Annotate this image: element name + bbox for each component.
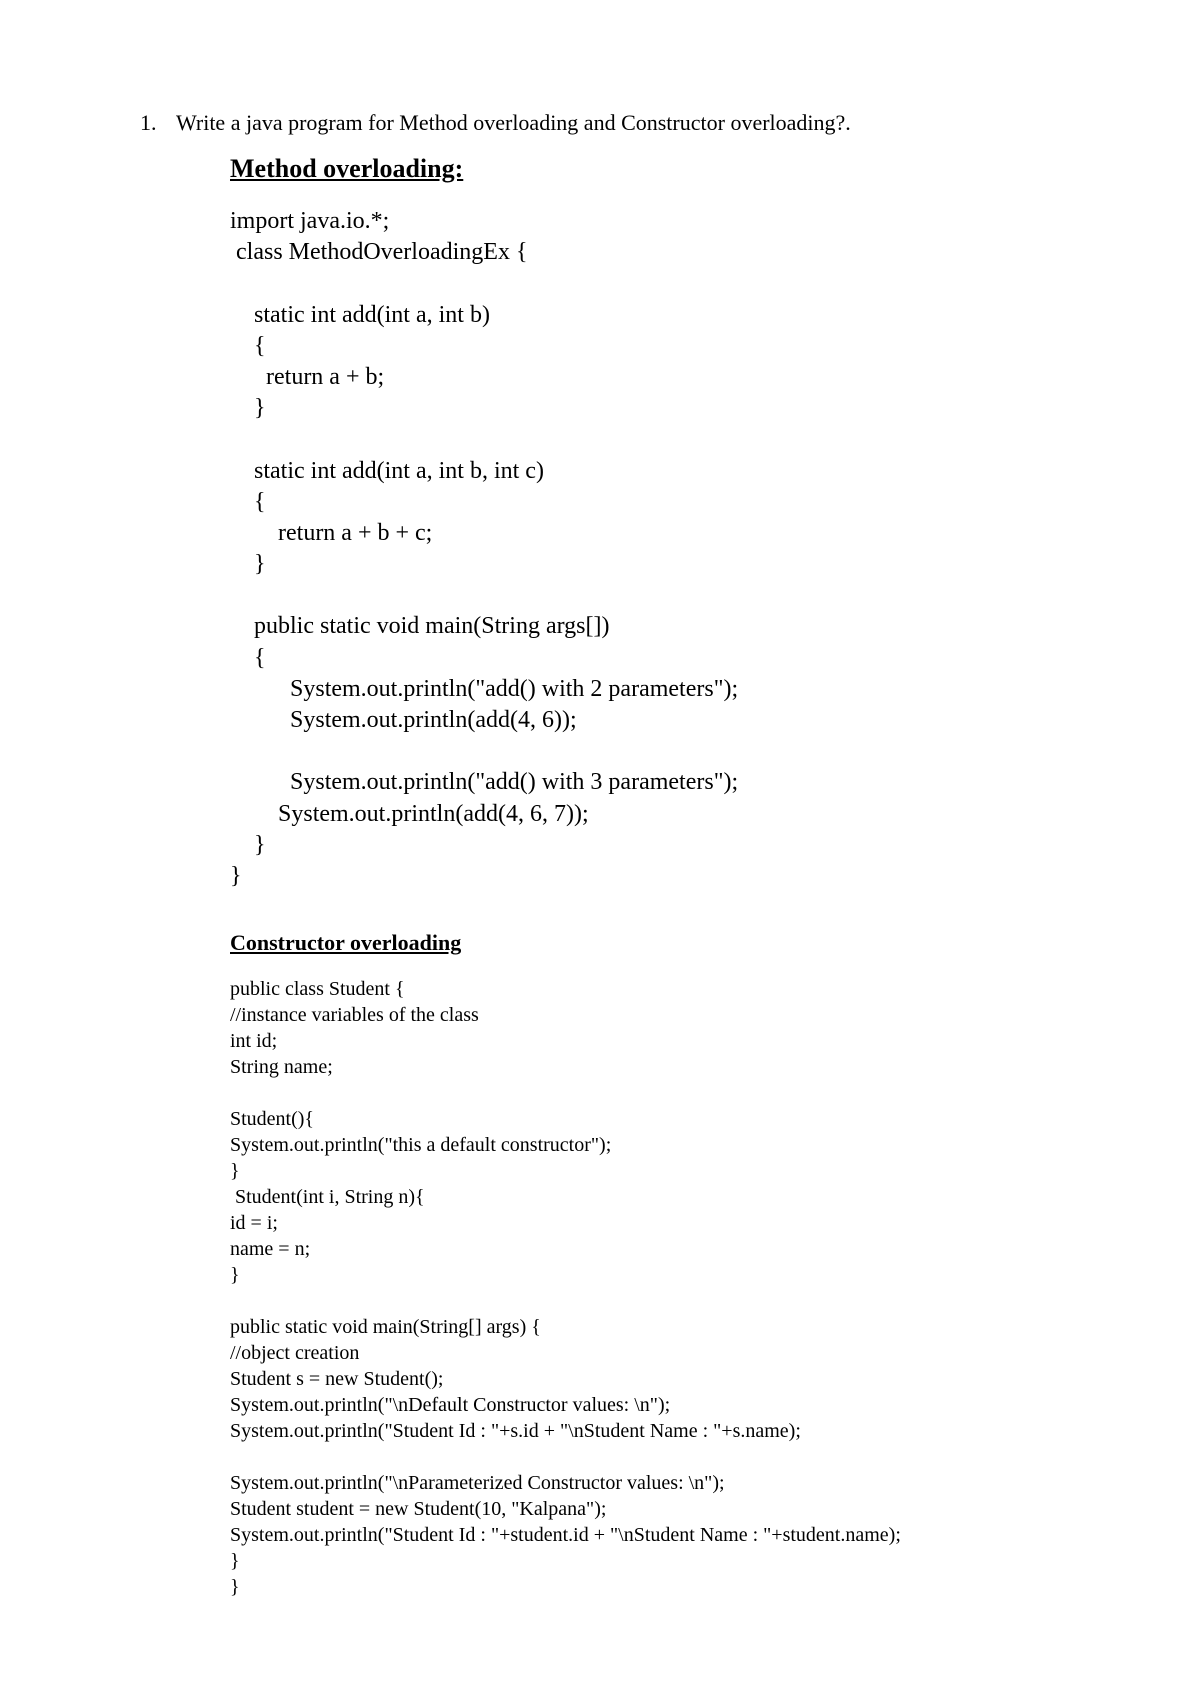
constructor-overloading-heading: Constructor overloading: [230, 930, 1060, 956]
constructor-overloading-code: public class Student { //instance variab…: [230, 976, 1060, 1600]
question-number: 1.: [140, 110, 162, 136]
question-line: 1. Write a java program for Method overl…: [140, 110, 1060, 136]
method-overloading-code: import java.io.*; class MethodOverloadin…: [230, 206, 1060, 892]
document-page: 1. Write a java program for Method overl…: [0, 0, 1200, 1700]
question-text: Write a java program for Method overload…: [176, 110, 851, 136]
method-overloading-heading: Method overloading:: [230, 154, 1060, 184]
